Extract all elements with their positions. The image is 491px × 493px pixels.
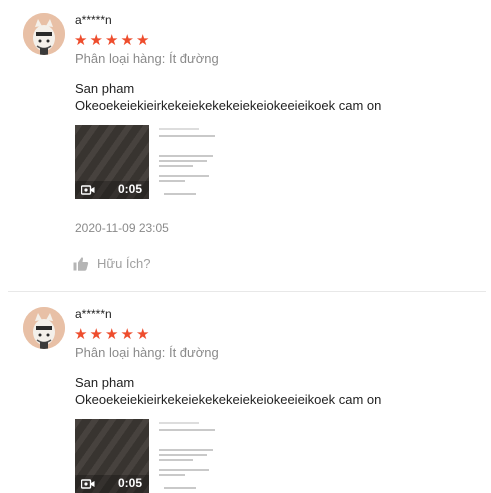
video-duration: 0:05 — [117, 182, 142, 196]
product-variation: Phân loại hàng: Ít đường — [75, 51, 219, 66]
star-icon: ★ — [74, 32, 87, 49]
star-icon: ★ — [105, 32, 118, 49]
username: a*****n — [75, 13, 112, 27]
review-image-thumbnail[interactable] — [156, 125, 230, 199]
review-content-line: Okeoekeiekieirkekeiekekekeiekeiokeeieiko… — [75, 98, 382, 113]
product-variation: Phân loại hàng: Ít đường — [75, 345, 219, 360]
avatar[interactable] — [23, 13, 65, 55]
review-content: San pham Okeoekeiekieirkekeiekekekeiekei… — [75, 374, 475, 408]
star-icon: ★ — [89, 326, 103, 343]
avatar[interactable] — [23, 307, 65, 349]
review-content-line: Okeoekeiekieirkekeiekekekeiekeiokeeieiko… — [75, 392, 382, 407]
review-video-thumbnail[interactable]: 0:05 — [75, 125, 149, 199]
review-video-thumbnail[interactable]: 0:05 — [75, 419, 149, 493]
username: a*****n — [75, 307, 112, 321]
review-content-line: San pham — [75, 375, 135, 390]
review-content-line: San pham — [75, 81, 135, 96]
review-divider — [8, 291, 486, 292]
video-duration: 0:05 — [117, 476, 142, 490]
star-icon: ★ — [120, 32, 134, 49]
camera-icon — [81, 185, 95, 195]
thumbs-up-icon — [73, 257, 89, 271]
review-image-thumbnail[interactable] — [156, 419, 230, 493]
star-icon: ★ — [136, 326, 149, 343]
star-icon: ★ — [136, 32, 149, 49]
review-timestamp: 2020-11-09 23:05 — [75, 221, 169, 235]
star-icon: ★ — [105, 326, 118, 343]
star-icon: ★ — [74, 326, 87, 343]
helpful-label: Hữu Ích? — [97, 256, 151, 271]
review-content: San pham Okeoekeiekieirkekeiekekekeiekei… — [75, 80, 475, 114]
star-icon: ★ — [89, 32, 103, 49]
star-rating: ★ ★ ★ ★ ★ — [74, 325, 152, 343]
camera-icon — [81, 479, 95, 489]
star-rating: ★ ★ ★ ★ ★ — [74, 31, 152, 49]
star-icon: ★ — [120, 326, 134, 343]
